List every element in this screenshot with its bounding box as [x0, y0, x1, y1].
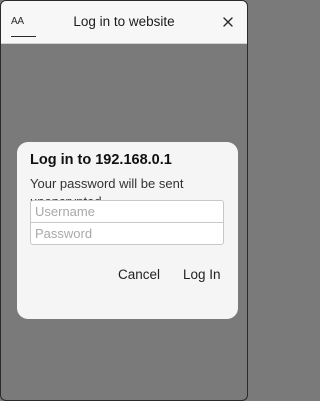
sheet-header: AA Log in to website	[1, 1, 247, 44]
text-size-button[interactable]: AA	[11, 9, 35, 35]
sheet-frame: AA Log in to website Log in to 192.168.0…	[0, 0, 248, 401]
close-button[interactable]	[219, 13, 237, 31]
dialog-title: Log in to 192.168.0.1	[30, 152, 172, 168]
close-icon	[223, 17, 233, 27]
cancel-button[interactable]: Cancel	[118, 267, 160, 282]
text-size-underline	[11, 36, 36, 37]
password-field[interactable]	[30, 222, 224, 245]
text-size-label: AA	[11, 16, 24, 27]
login-dialog: Log in to 192.168.0.1 Your password will…	[17, 142, 238, 319]
username-field[interactable]	[30, 200, 224, 223]
login-button[interactable]: Log In	[183, 267, 221, 282]
page-title: Log in to website	[73, 14, 175, 29]
